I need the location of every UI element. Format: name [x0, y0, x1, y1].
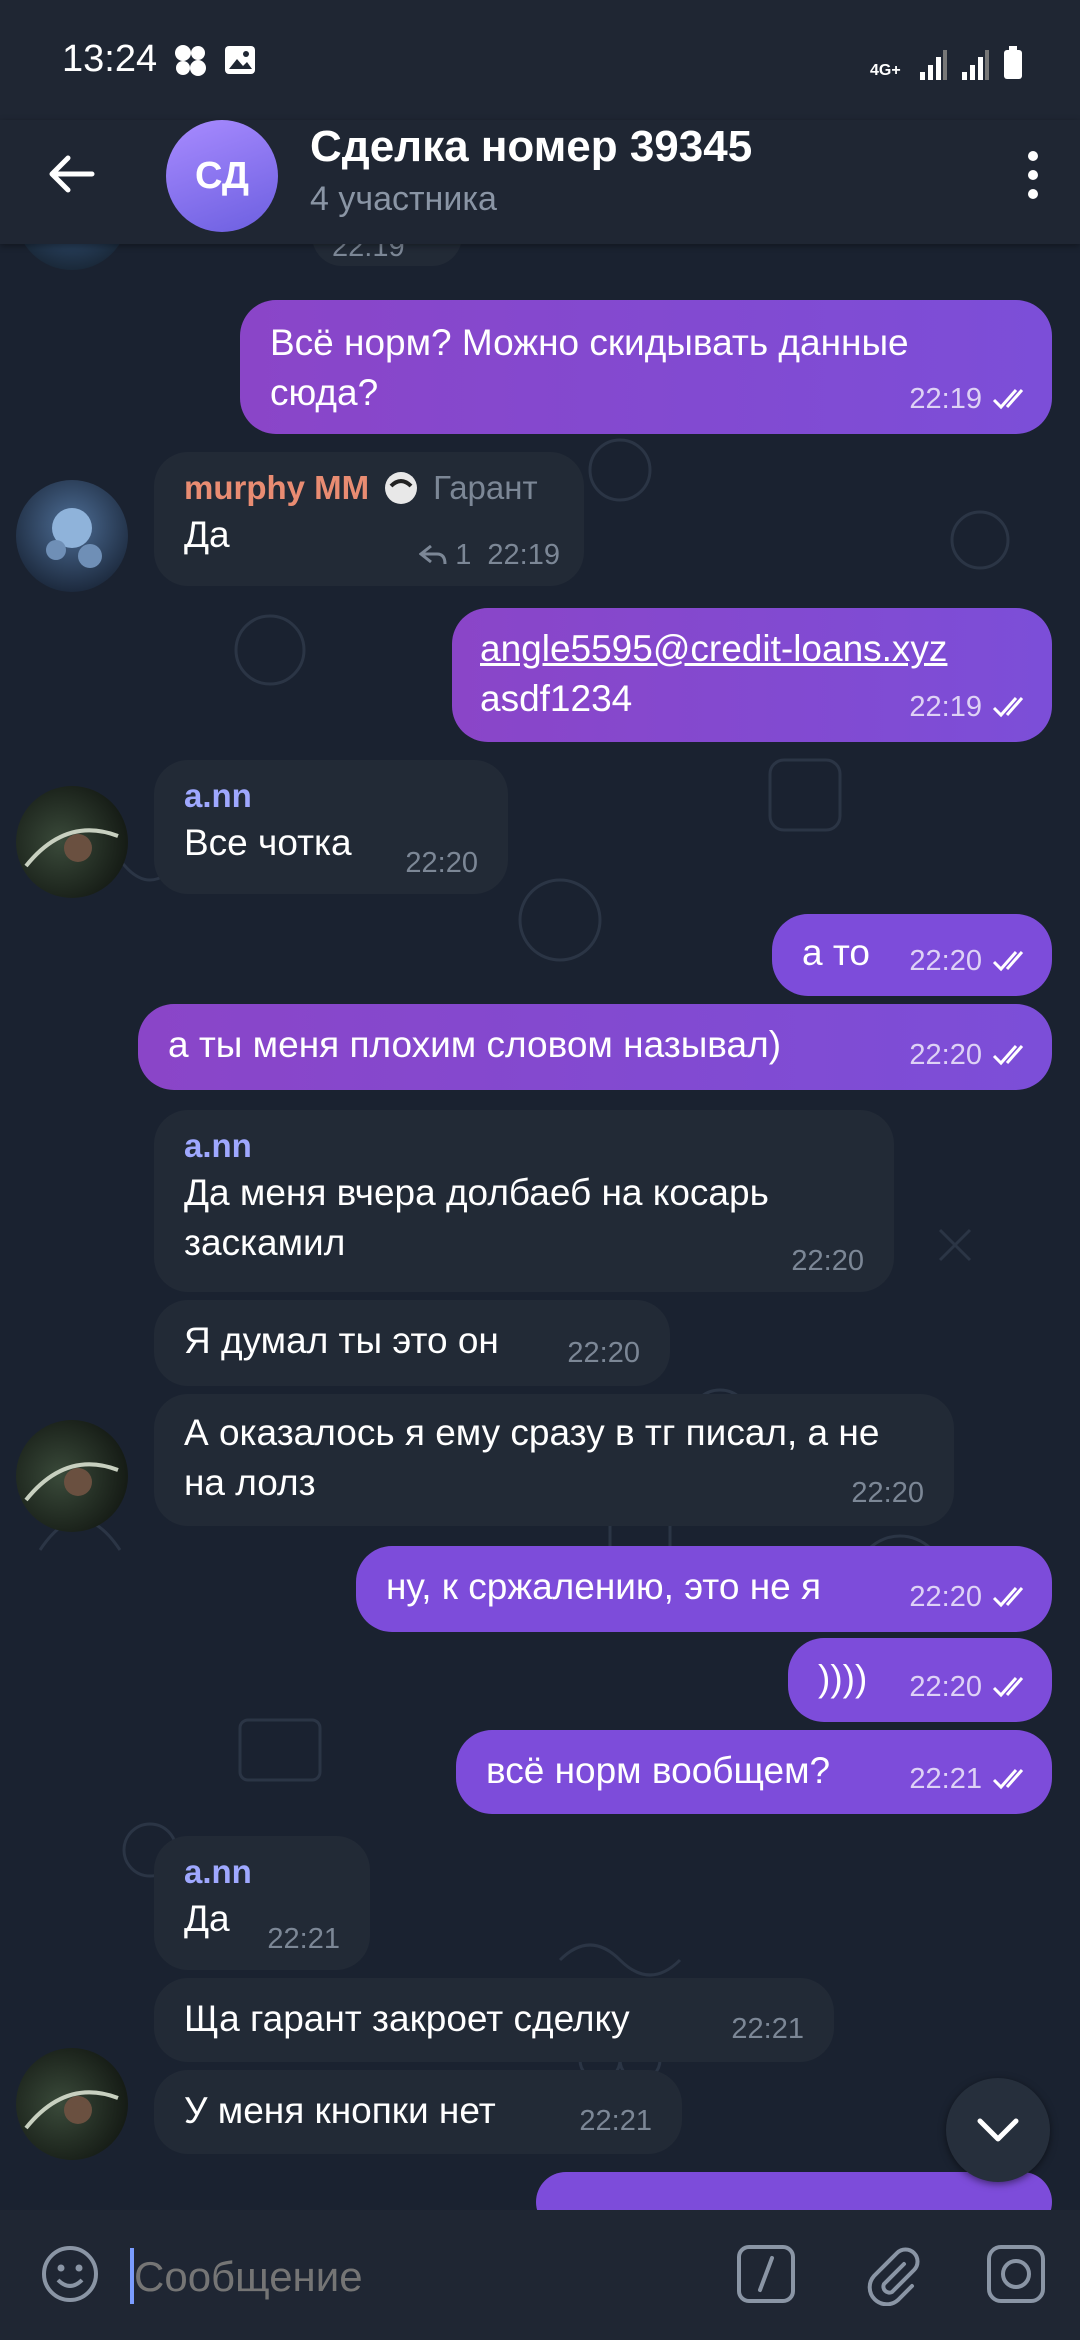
- back-arrow-icon[interactable]: [40, 142, 104, 206]
- network-type-icon: 4G+: [870, 62, 901, 79]
- sender-name[interactable]: murphy MM: [184, 466, 369, 510]
- signal-icon: [920, 50, 947, 80]
- status-time: 13:24: [62, 38, 158, 80]
- message-bubble-outgoing[interactable]: а то 22:20: [772, 914, 1052, 996]
- more-options-icon[interactable]: [1008, 140, 1058, 210]
- read-checkmarks-icon: [992, 951, 1024, 972]
- message-input-bar: [0, 2210, 1080, 2340]
- read-checkmarks-icon: [992, 1587, 1024, 1608]
- camera-icon[interactable]: [984, 2242, 1048, 2306]
- avatar-ann[interactable]: [16, 1420, 128, 1532]
- read-checkmarks-icon: [992, 1677, 1024, 1698]
- chat-title[interactable]: Сделка номер 39345: [310, 122, 752, 172]
- sender-name[interactable]: a.nn: [184, 1124, 864, 1168]
- message-bubble-incoming[interactable]: У меня кнопки нет 22:21: [154, 2070, 682, 2154]
- message-bubble-incoming[interactable]: a.nn Все чотка 22:20: [154, 760, 508, 894]
- message-bubble-outgoing[interactable]: )))) 22:20: [788, 1638, 1052, 1722]
- message-bubble-outgoing[interactable]: всё норм вообщем? 22:21: [456, 1730, 1052, 1814]
- message-bubble-outgoing[interactable]: Всё норм? Можно скидывать данные сюда? 2…: [240, 300, 1052, 434]
- message-bubble-incoming[interactable]: Я думал ты это он 22:20: [154, 1300, 670, 1386]
- avatar-ann[interactable]: [16, 2048, 128, 2160]
- email-link[interactable]: angle5595@credit-loans.xyz: [480, 624, 1024, 674]
- message-bubble-incoming[interactable]: a.nn Да 22:21: [154, 1836, 370, 1970]
- message-bubble-incoming[interactable]: murphy MM Гарант Да 1 22:19: [154, 452, 584, 586]
- sender-name[interactable]: a.nn: [184, 1850, 340, 1894]
- read-checkmarks-icon: [992, 389, 1024, 410]
- bot-commands-icon[interactable]: [734, 2242, 798, 2306]
- emoji-status-icon: [385, 472, 418, 504]
- message-bubble-incoming[interactable]: Ща гарант закроет сделку 22:21: [154, 1978, 834, 2062]
- scroll-to-bottom-button[interactable]: [946, 2078, 1050, 2182]
- message-bubble-incoming[interactable]: a.nn Да меня вчера долбаеб на косарь зас…: [154, 1110, 894, 1292]
- car-avatar-icon: [24, 828, 119, 868]
- emoji-icon[interactable]: [38, 2242, 102, 2306]
- chat-header: СД Сделка номер 39345 4 участника: [0, 120, 1080, 244]
- signal-icon-2: [962, 50, 989, 80]
- battery-icon: [1004, 46, 1022, 79]
- status-bar: 13:24 4G+: [0, 0, 1080, 120]
- message-input[interactable]: [132, 2246, 696, 2308]
- avatar-murphy[interactable]: [16, 480, 128, 592]
- sender-name[interactable]: a.nn: [184, 774, 478, 818]
- chevron-down-icon: [977, 2118, 1019, 2142]
- guarantor-badge: Гарант: [433, 469, 538, 506]
- avatar-ann[interactable]: [16, 786, 128, 898]
- message-bubble-outgoing[interactable]: angle5595@credit-loans.xyz asdf1234 22:1…: [452, 608, 1052, 742]
- chat-subtitle: 4 участника: [310, 180, 497, 218]
- balloon-avatar-icon: [46, 508, 102, 568]
- message-bubble-outgoing[interactable]: а ты меня плохим словом называл) 22:20: [138, 1004, 1052, 1090]
- attach-icon[interactable]: [860, 2242, 924, 2306]
- chat-avatar[interactable]: СД: [166, 120, 278, 232]
- car-avatar-icon: [24, 1462, 119, 1502]
- message-bubble-incoming[interactable]: А оказалось я ему сразу в тг писал, а не…: [154, 1394, 954, 1526]
- gallery-notification-icon: [225, 46, 255, 74]
- read-checkmarks-icon: [992, 697, 1024, 718]
- message-bubble-outgoing[interactable]: ну, к сржалению, это не я 22:20: [356, 1546, 1052, 1632]
- read-checkmarks-icon: [992, 1769, 1024, 1790]
- apps-notification-icon: [175, 45, 206, 76]
- read-checkmarks-icon: [992, 1045, 1024, 1066]
- reply-icon: [419, 544, 447, 565]
- car-avatar-icon: [24, 2090, 119, 2130]
